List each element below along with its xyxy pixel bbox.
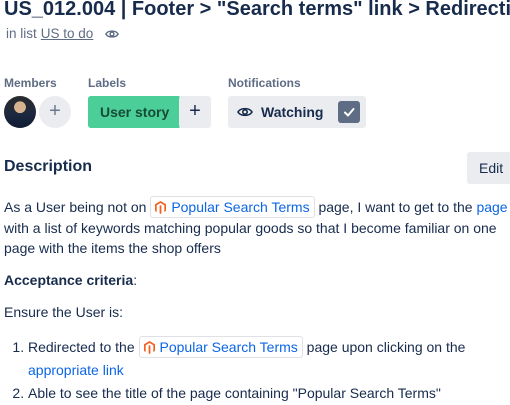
list-link[interactable]: US to do [41, 26, 94, 41]
criteria-list: Redirected to the Popular Search Terms p… [4, 336, 510, 405]
add-label-button[interactable]: + [179, 96, 211, 128]
labels-label: Labels [88, 76, 127, 90]
criteria-label: Acceptance criteria [4, 272, 134, 288]
p1-mid: page, I want to get to the [314, 199, 477, 215]
i1-before: Redirected to the [28, 339, 139, 355]
list-item: Redirected to the Popular Search Terms p… [28, 336, 510, 382]
magento-icon [155, 201, 167, 214]
list-location: in list US to do [6, 26, 120, 41]
criteria-colon: : [133, 272, 138, 288]
page-link[interactable]: page [476, 199, 507, 215]
add-member-button[interactable]: + [39, 96, 71, 128]
link-text: Popular Search Terms [159, 339, 298, 355]
avatar[interactable] [4, 96, 36, 128]
watching-checkbox[interactable] [338, 101, 360, 123]
in-list-prefix: in list [6, 26, 37, 41]
eye-icon [237, 107, 253, 117]
edit-description-button[interactable]: Edit [467, 152, 510, 184]
list-item: Able to see the title of the page contai… [28, 382, 510, 405]
description-paragraph: As a User being not on Popular Search Te… [4, 196, 508, 258]
ensure-text: Ensure the User is: [4, 304, 124, 320]
appropriate-link[interactable]: appropriate link [28, 362, 124, 378]
notifications-label: Notifications [228, 76, 301, 90]
members-label: Members [4, 76, 57, 90]
p1-after: with a list of keywords matching popular… [4, 220, 497, 256]
popular-search-terms-link[interactable]: Popular Search Terms [150, 196, 315, 218]
popular-search-terms-link[interactable]: Popular Search Terms [138, 336, 303, 358]
criteria-heading: Acceptance criteria: [4, 270, 508, 290]
eye-icon [105, 29, 120, 38]
watch-button[interactable]: Watching [228, 96, 366, 128]
p1-before: As a User being not on [4, 199, 151, 215]
check-icon [344, 108, 355, 117]
label-user-story[interactable]: User story [88, 96, 182, 128]
description-heading: Description [4, 158, 93, 175]
magento-icon [143, 341, 155, 354]
link-text: Popular Search Terms [171, 199, 310, 215]
card-title[interactable]: US_012.004 | Footer > "Search terms" lin… [4, 0, 510, 21]
watch-label: Watching [261, 104, 324, 120]
i1-after: page upon clicking on the [302, 339, 466, 355]
